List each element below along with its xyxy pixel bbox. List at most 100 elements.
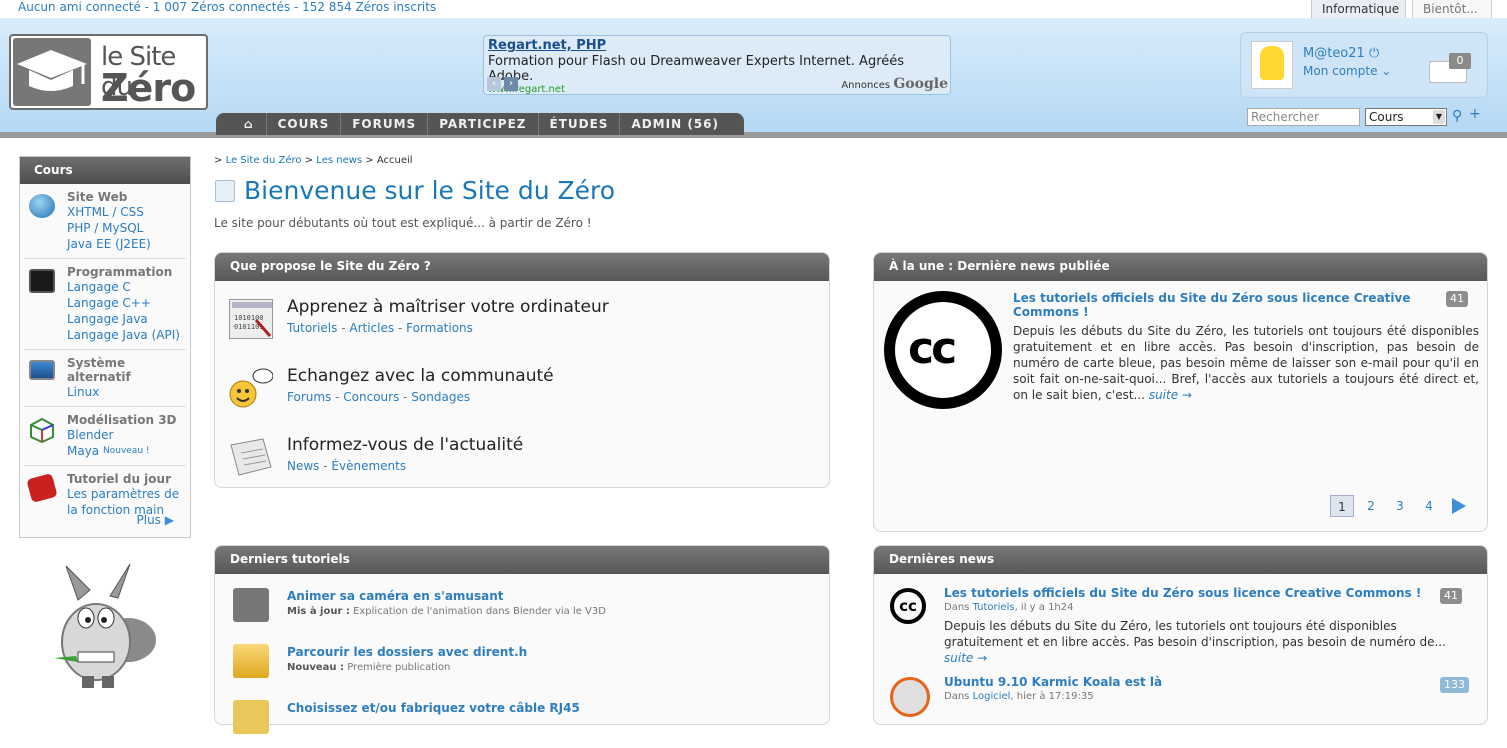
breadcrumb-news[interactable]: Les news xyxy=(316,155,362,166)
sidebar-link[interactable]: Linux xyxy=(67,384,186,400)
sidebar-link[interactable]: XHTML / CSS xyxy=(67,204,186,220)
sidebar-link[interactable]: Langage C++ xyxy=(67,295,186,311)
smiley-chat-icon xyxy=(229,368,274,408)
site-logo[interactable]: le Site du Zéro xyxy=(9,34,208,110)
breadcrumb: > Le Site du Zéro > Les news > Accueil xyxy=(214,155,413,166)
read-more-link[interactable]: suite → xyxy=(944,651,987,665)
tutorial-status: Nouveau : Première publication xyxy=(287,662,450,673)
sidebar-link[interactable]: PHP / MySQL xyxy=(67,220,186,236)
google-ad[interactable]: Regart.net, PHP Formation pour Flash ou … xyxy=(483,35,951,95)
nav-cours[interactable]: COURS xyxy=(265,113,341,135)
feature-link[interactable]: Concours xyxy=(343,390,399,404)
tutorial-row: Choisissez et/ou fabriquez votre câble R… xyxy=(233,698,823,748)
category-title: Modélisation 3D xyxy=(67,413,177,427)
tutorial-row: Animer sa caméra en s'amusant Mis à jour… xyxy=(233,586,823,636)
nav-admin[interactable]: ADMIN (56) xyxy=(619,113,730,135)
ubuntu-icon xyxy=(890,677,930,717)
tutorial-row: Parcourir les dossiers avec dirent.h Nou… xyxy=(233,642,823,692)
search-advanced-button[interactable]: + xyxy=(1469,106,1481,122)
search-icon[interactable]: ⚲ xyxy=(1452,108,1462,124)
featured-news-body: Depuis les débuts du Site du Zéro, les t… xyxy=(1013,324,1479,402)
feature-title[interactable]: Echangez avec la communauté xyxy=(287,366,554,386)
power-icon[interactable]: ⏻ xyxy=(1369,46,1379,61)
page-3[interactable]: 3 xyxy=(1388,495,1412,517)
tutorial-title[interactable]: Animer sa caméra en s'amusant xyxy=(287,589,504,603)
folder-icon xyxy=(233,644,269,678)
page-1[interactable]: 1 xyxy=(1330,495,1354,517)
panel-header: Que propose le Site du Zéro ? xyxy=(215,253,829,281)
tab-informatique[interactable]: Informatique xyxy=(1311,0,1406,19)
sidebar-link-label[interactable]: Maya xyxy=(67,444,99,458)
avatar[interactable] xyxy=(1251,41,1293,89)
feature-title[interactable]: Apprenez à maîtriser votre ordinateur xyxy=(287,297,609,317)
feature-link[interactable]: Évènements xyxy=(331,459,406,473)
more-link[interactable]: Plus ▶ xyxy=(137,513,175,527)
camera-tutorial-icon xyxy=(233,588,269,622)
binary-window-icon: 1010100 0101101 xyxy=(229,299,273,339)
sidebar-category-os: Système alternatif Linux xyxy=(24,350,186,407)
category-title: Système alternatif xyxy=(67,356,131,384)
news-body: Depuis les débuts du Site du Zéro, les t… xyxy=(944,618,1476,666)
code-icon xyxy=(29,269,55,293)
sidebar-link-with-badge[interactable]: Maya Nouveau ! xyxy=(67,443,186,459)
cube-icon xyxy=(29,417,55,444)
sidebar-link[interactable]: Langage C xyxy=(67,279,186,295)
monitor-icon xyxy=(29,360,55,380)
read-more-link[interactable]: suite → xyxy=(1149,388,1192,402)
comment-count-badge[interactable]: 41 xyxy=(1446,291,1468,307)
comment-count-badge[interactable]: 133 xyxy=(1440,677,1469,693)
comment-count-badge[interactable]: 41 xyxy=(1440,588,1462,604)
creative-commons-icon: cc xyxy=(890,588,926,624)
featured-news-title[interactable]: Les tutoriels officiels du Site du Zéro … xyxy=(1013,291,1453,319)
nav-participez[interactable]: PARTICIPEZ xyxy=(427,113,537,135)
home-icon[interactable]: ⌂ xyxy=(230,113,266,135)
cable-icon xyxy=(233,700,269,734)
tutorial-title[interactable]: Choisissez et/ou fabriquez votre câble R… xyxy=(287,701,580,715)
mail-count-badge: 0 xyxy=(1449,53,1471,69)
tab-bientot[interactable]: Bientôt... xyxy=(1412,0,1492,19)
search-input[interactable]: Rechercher xyxy=(1247,108,1360,126)
news-category-link[interactable]: Tutoriels xyxy=(973,602,1015,613)
tutorial-status-note: Explication de l'animation dans Blender … xyxy=(353,606,606,617)
mailbox[interactable]: 0 xyxy=(1429,53,1471,83)
tutorial-status: Mis à jour : Explication de l'animation … xyxy=(287,606,606,617)
page-4[interactable]: 4 xyxy=(1417,495,1441,517)
sidebar-link[interactable]: Les paramètres de xyxy=(67,486,186,502)
panel-propose: Que propose le Site du Zéro ? 1010100 010… xyxy=(214,252,830,488)
news-meta: Dans Tutoriels, il y a 1h24 xyxy=(944,602,1074,613)
search-scope-select[interactable]: Cours ▼ xyxy=(1365,108,1447,126)
feature-links: Tutoriels - Articles - Formations xyxy=(287,321,473,335)
news-category-link[interactable]: Logiciel xyxy=(973,691,1011,702)
sidebar-link[interactable]: Java EE (J2EE) xyxy=(67,236,186,252)
feature-link[interactable]: Sondages xyxy=(411,390,470,404)
account-menu-label: Mon compte xyxy=(1303,64,1378,78)
feature-link[interactable]: Forums xyxy=(287,390,331,404)
ad-title[interactable]: Regart.net, PHP xyxy=(488,38,946,53)
ad-next-icon[interactable]: › xyxy=(504,77,518,91)
ad-prev-icon[interactable]: ‹ xyxy=(487,77,501,91)
feature-link[interactable]: Formations xyxy=(406,321,473,335)
news-meta-prefix: Dans xyxy=(944,602,970,613)
sidebar-link[interactable]: Langage Java (API) xyxy=(67,327,186,343)
news-title[interactable]: Les tutoriels officiels du Site du Zéro … xyxy=(944,586,1421,600)
next-page-icon[interactable] xyxy=(1452,498,1466,514)
sidebar-link[interactable]: Langage Java xyxy=(67,311,186,327)
feature-link[interactable]: News xyxy=(287,459,319,473)
page-2[interactable]: 2 xyxy=(1359,495,1383,517)
tutorial-status-note: Première publication xyxy=(347,662,451,673)
panel-latest-tutorials: Derniers tutoriels Animer sa caméra en s… xyxy=(214,545,830,734)
feature-title[interactable]: Informez-vous de l'actualité xyxy=(287,435,523,455)
feature-link[interactable]: Tutoriels xyxy=(287,321,337,335)
account-menu[interactable]: Mon compte ⌄ xyxy=(1303,64,1391,78)
breadcrumb-site[interactable]: Le Site du Zéro xyxy=(226,155,302,166)
nav-forums[interactable]: FORUMS xyxy=(340,113,427,135)
sidebar-link[interactable]: Blender xyxy=(67,427,186,443)
nav-etudes[interactable]: ÉTUDES xyxy=(537,113,620,135)
creative-commons-logo[interactable]: cc xyxy=(884,291,1002,409)
ad-badge[interactable]: Annonces Google xyxy=(841,76,948,92)
tutorial-title[interactable]: Parcourir les dossiers avec dirent.h xyxy=(287,645,527,659)
feature-link[interactable]: Articles xyxy=(349,321,394,335)
news-title[interactable]: Ubuntu 9.10 Karmic Koala est là xyxy=(944,675,1162,689)
search-scope-value: Cours xyxy=(1369,110,1404,124)
username[interactable]: M@teo21 ⏻ xyxy=(1303,46,1379,61)
